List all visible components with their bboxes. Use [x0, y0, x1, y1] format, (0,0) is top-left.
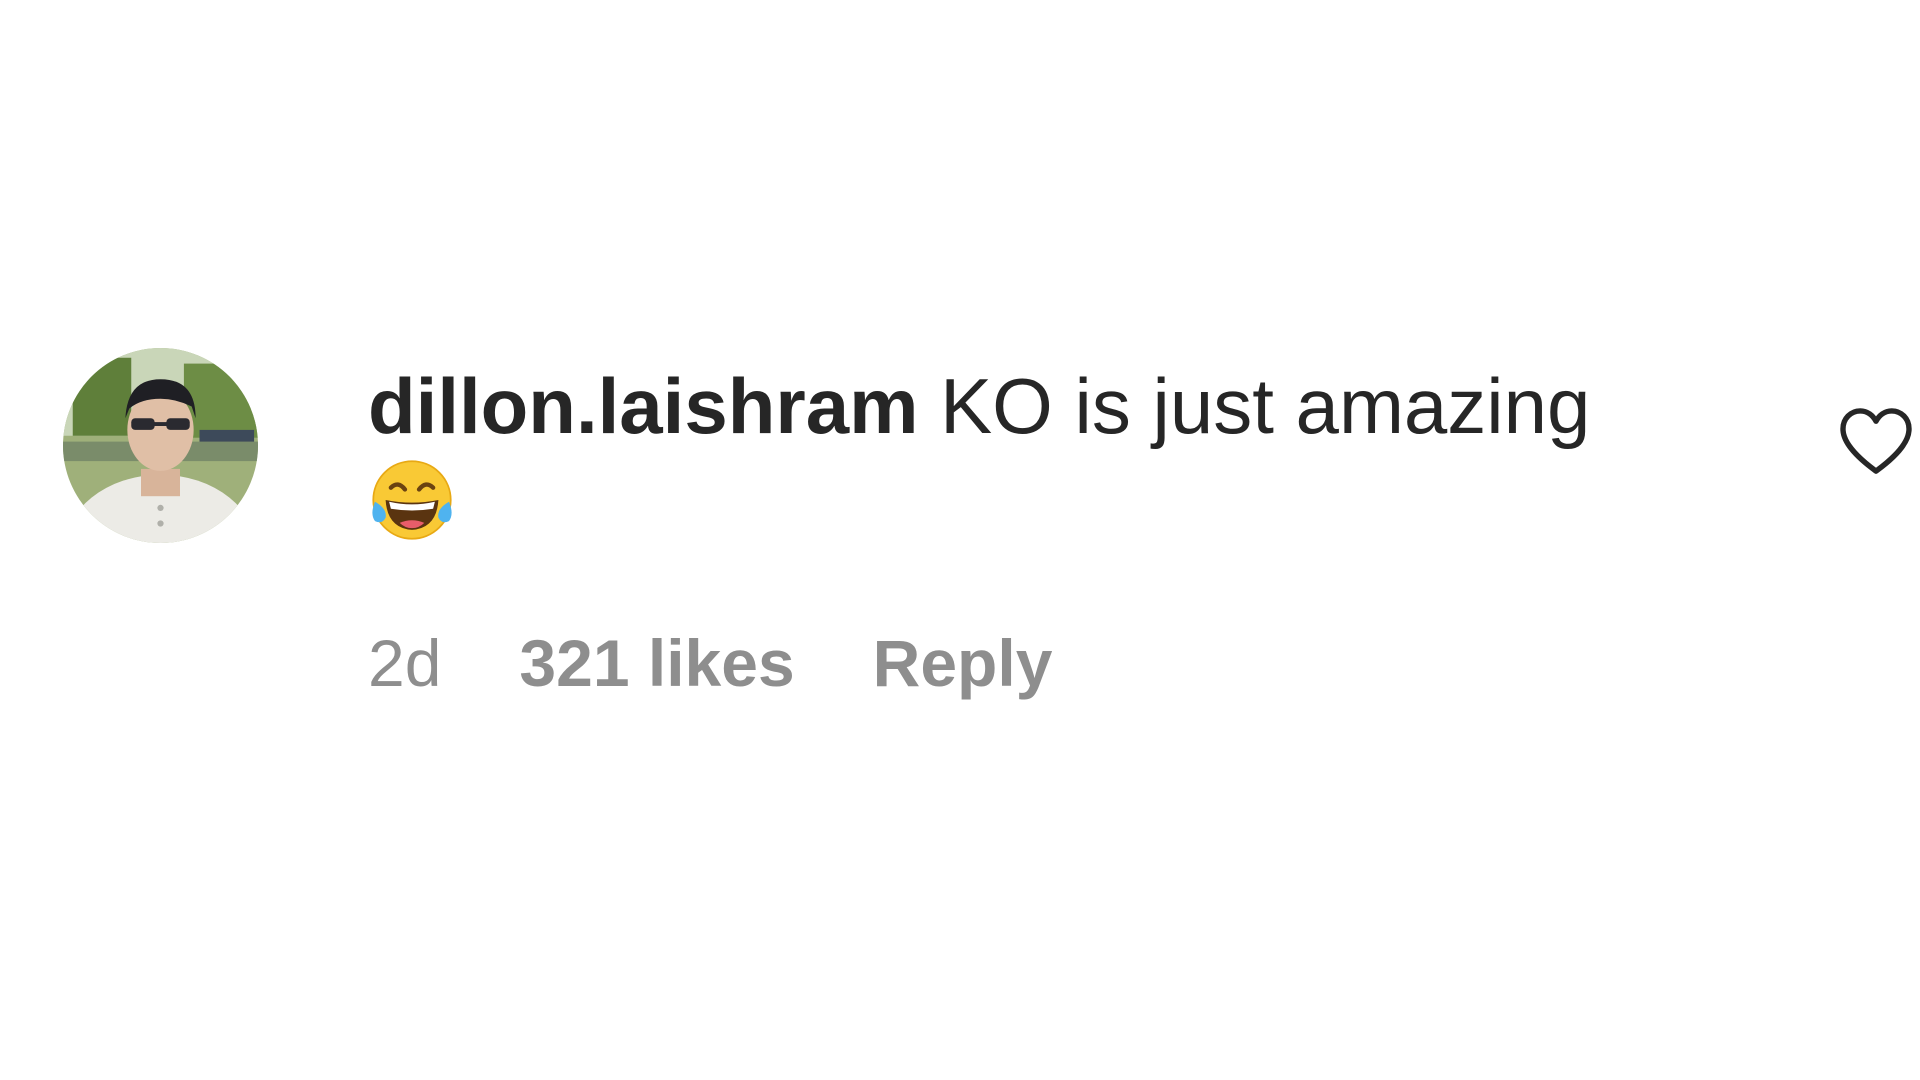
comment-timestamp[interactable]: 2d: [368, 625, 441, 701]
reply-button[interactable]: Reply: [873, 625, 1053, 701]
tears-of-joy-emoji-icon: [368, 456, 456, 544]
comment-text: dillon.laishram KO is just amazing: [368, 360, 1748, 452]
comment-username[interactable]: dillon.laishram: [368, 362, 918, 450]
comment-likes-count[interactable]: 321 likes: [519, 625, 794, 701]
emoji-line: [368, 456, 1748, 546]
comment-message: KO is just amazing: [940, 362, 1591, 450]
avatar[interactable]: [63, 348, 258, 543]
avatar-photo: [63, 348, 258, 543]
comment-body: dillon.laishram KO is just amazing: [368, 360, 1748, 546]
comment-meta-row: 2d 321 likes Reply: [368, 625, 1052, 701]
like-button[interactable]: [1838, 406, 1914, 476]
heart-outline-icon: [1840, 408, 1912, 474]
comment-row: dillon.laishram KO is just amazing 2d 32…: [0, 0, 1920, 1080]
